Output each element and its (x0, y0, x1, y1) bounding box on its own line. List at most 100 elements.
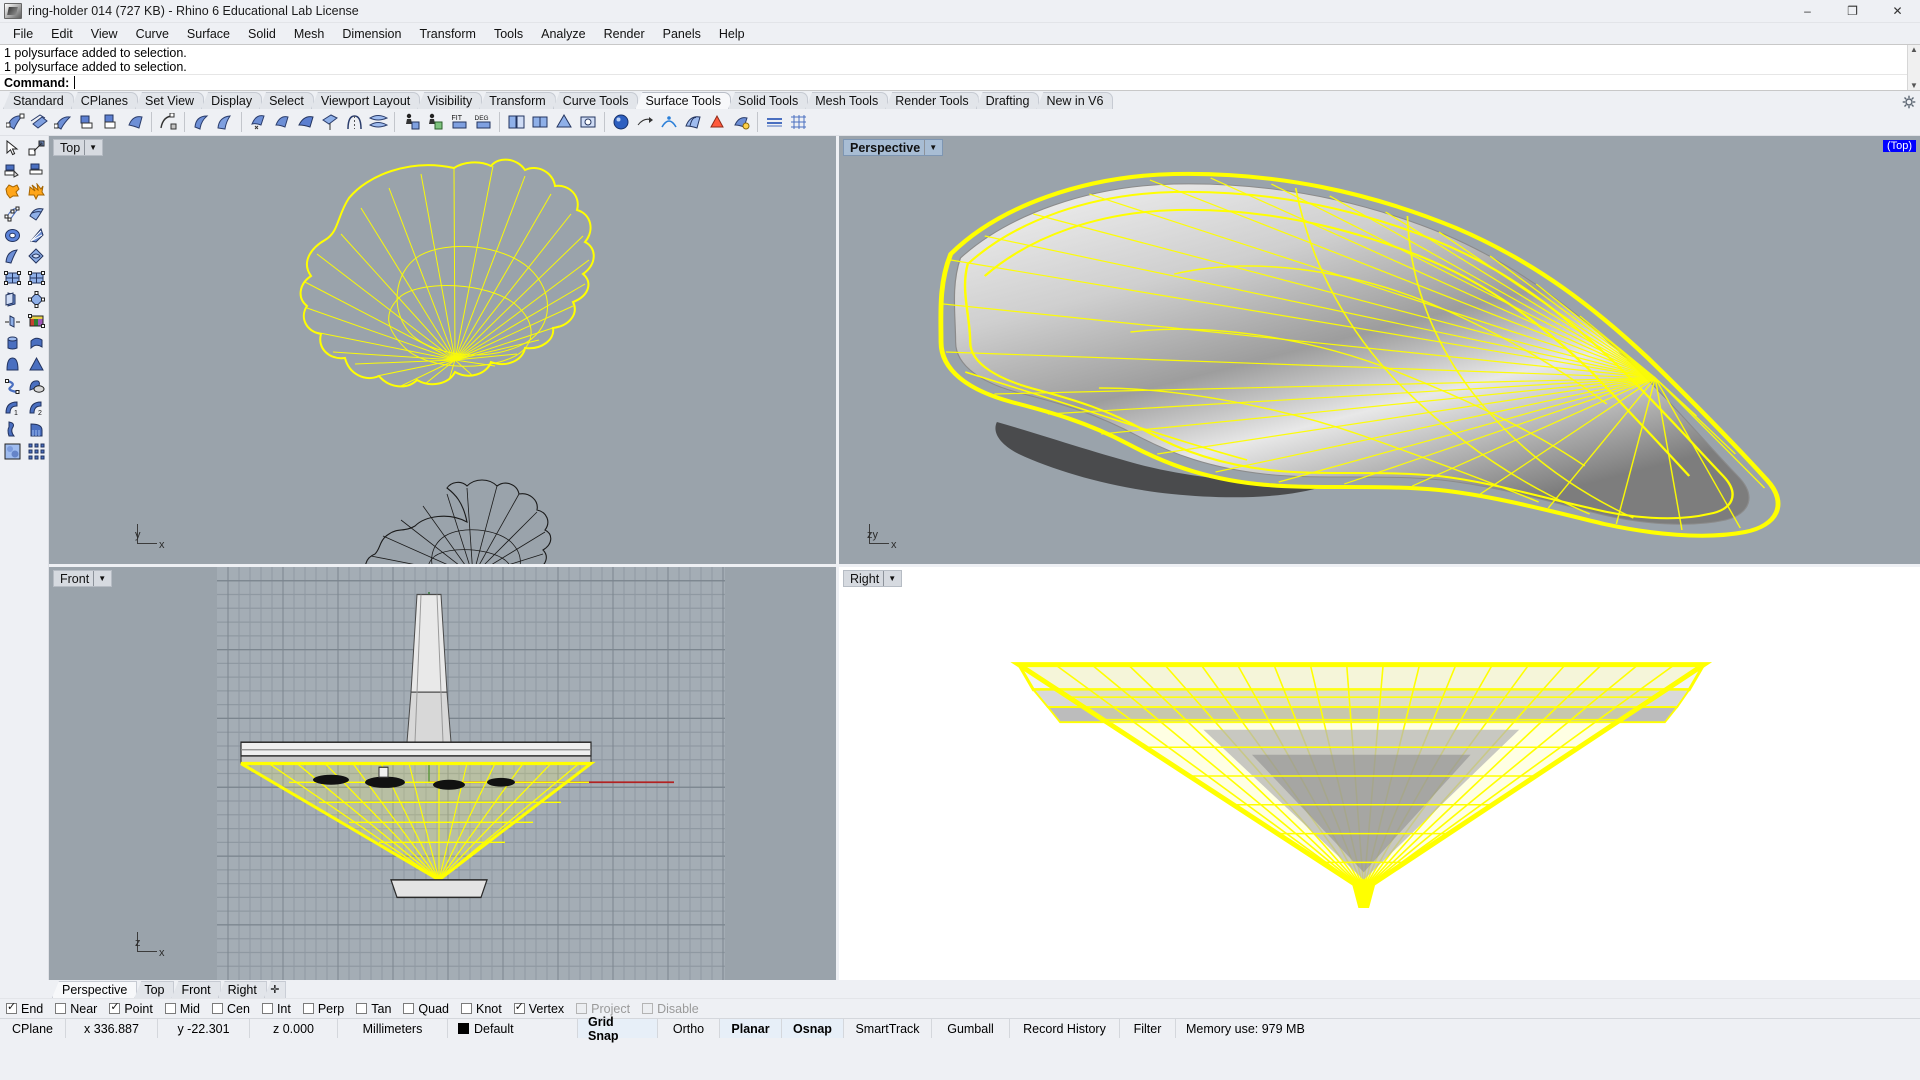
surface-rail-revolve-icon[interactable] (99, 111, 123, 134)
tab-transform[interactable]: Transform (479, 92, 556, 109)
fit-surface-icon[interactable]: FIT (447, 111, 471, 134)
status-toggle-planar[interactable]: Planar (720, 1019, 782, 1038)
menu-item-surface[interactable]: Surface (178, 24, 239, 44)
checkbox[interactable] (576, 1003, 588, 1014)
surface-isocurve-icon[interactable] (681, 111, 705, 134)
tab-drafting[interactable]: Drafting (975, 92, 1040, 109)
viewport-tab-right[interactable]: Right (217, 981, 267, 998)
menu-item-curve[interactable]: Curve (127, 24, 178, 44)
surface-extrude-straight-icon[interactable] (246, 111, 270, 134)
viewport-tab-top[interactable]: Top (134, 981, 175, 998)
osnap-point[interactable]: Point (109, 1000, 153, 1016)
viewport-title-perspective[interactable]: Perspective ▼ (843, 139, 944, 156)
array-grid-icon[interactable] (24, 440, 48, 462)
tab-cplanes[interactable]: CPlanes (70, 92, 138, 109)
checkbox[interactable] (513, 1000, 525, 1014)
scroll-down-icon[interactable]: ▼ (1910, 81, 1918, 90)
sweep-fan-icon[interactable] (24, 224, 48, 246)
menu-item-mesh[interactable]: Mesh (285, 24, 334, 44)
status-toggle-filter[interactable]: Filter (1120, 1019, 1176, 1038)
menu-item-file[interactable]: File (4, 24, 42, 44)
minimize-button[interactable]: – (1785, 0, 1830, 23)
chevron-down-icon[interactable]: ▼ (883, 571, 899, 586)
pipe-icon[interactable] (24, 332, 48, 354)
tab-set-view[interactable]: Set View (134, 92, 205, 109)
surface-flow-icon[interactable] (762, 111, 786, 134)
viewport-title-right[interactable]: Right ▼ (843, 570, 903, 587)
select-by-rectangle-icon[interactable] (24, 138, 48, 160)
checkbox[interactable] (164, 1003, 176, 1014)
curved-surface-icon[interactable] (0, 246, 24, 268)
checkbox[interactable] (642, 1003, 654, 1014)
status-toggle-smarttrack[interactable]: SmartTrack (844, 1019, 932, 1038)
checkbox[interactable] (302, 1003, 314, 1014)
surface-extrude-ribbon-icon[interactable] (294, 111, 318, 134)
osnap-perp[interactable]: Perp (302, 1002, 344, 1016)
surface-blend-icon[interactable] (342, 111, 366, 134)
deg-surface-icon[interactable]: DEG (471, 111, 495, 134)
chevron-down-icon[interactable]: ▼ (93, 571, 109, 586)
surface-sweep1-icon[interactable] (123, 111, 147, 134)
checkbox[interactable] (212, 1003, 223, 1014)
viewport-title-top[interactable]: Top ▼ (53, 139, 104, 156)
viewport-perspective-canvas[interactable] (839, 136, 1920, 564)
cylinder-icon[interactable] (0, 332, 24, 354)
checkbox[interactable] (6, 1000, 17, 1014)
surface-grid-icon[interactable] (786, 111, 810, 134)
extrude-planar-icon[interactable] (0, 289, 24, 311)
surface-revolve-icon[interactable] (75, 111, 99, 134)
scroll-up-icon[interactable]: ▲ (1910, 45, 1918, 54)
dome-icon[interactable] (0, 354, 24, 376)
tab-render-tools[interactable]: Render Tools (885, 92, 979, 109)
menu-item-help[interactable]: Help (710, 24, 754, 44)
status-layer[interactable]: Default (448, 1019, 578, 1038)
surface-grid-icon[interactable] (0, 268, 24, 290)
viewport-top-canvas[interactable] (49, 136, 836, 564)
surface-split-icon[interactable] (552, 111, 576, 134)
ellipsoid-icon[interactable] (24, 376, 48, 398)
osnap-mid[interactable]: Mid (164, 1002, 200, 1016)
surface-from-curves-icon[interactable] (3, 111, 27, 134)
menu-item-tools[interactable]: Tools (485, 24, 532, 44)
surface-edit-icon[interactable] (729, 111, 753, 134)
render-color-icon[interactable] (24, 311, 48, 333)
menu-item-render[interactable]: Render (595, 24, 654, 44)
tab-viewport-layout[interactable]: Viewport Layout (310, 92, 421, 109)
surface-direction-icon[interactable] (633, 111, 657, 134)
cone-icon[interactable] (24, 354, 48, 376)
boolean-union-icon[interactable] (0, 181, 24, 203)
patch-surface-icon[interactable] (24, 246, 48, 268)
command-line[interactable]: Command: (0, 74, 1920, 90)
boolean-split-icon[interactable] (24, 181, 48, 203)
surface-network-icon[interactable] (156, 111, 180, 134)
menu-item-analyze[interactable]: Analyze (532, 24, 594, 44)
surface-draft-icon[interactable] (705, 111, 729, 134)
surface-offset-icon[interactable] (318, 111, 342, 134)
surface-from-points-icon[interactable] (27, 111, 51, 134)
viewport-tab-front[interactable]: Front (171, 981, 221, 998)
extrude-curve-icon[interactable] (24, 160, 48, 182)
checkbox[interactable] (356, 1003, 368, 1014)
rebuild-surface-icon[interactable] (24, 203, 48, 225)
status-toggle-osnap[interactable]: Osnap (782, 1019, 844, 1038)
osnap-vertex[interactable]: Vertex (513, 1000, 564, 1016)
tab-display[interactable]: Display (201, 92, 263, 109)
status-toggle-ortho[interactable]: Ortho (658, 1019, 720, 1038)
blur-texture-icon[interactable] (0, 440, 24, 462)
osnap-disable[interactable]: Disable (642, 1002, 699, 1016)
tab-solid-tools[interactable]: Solid Tools (727, 92, 809, 109)
surface-grid-points-icon[interactable] (24, 268, 48, 290)
surface-patch-icon[interactable] (189, 111, 213, 134)
fillet-1-icon[interactable]: 1 (0, 397, 24, 419)
menu-item-solid[interactable]: Solid (239, 24, 285, 44)
menu-item-view[interactable]: View (82, 24, 127, 44)
tab-new-in-v6[interactable]: New in V6 (1036, 92, 1114, 109)
status-cplane[interactable]: CPlane (0, 1019, 66, 1038)
tab-curve-tools[interactable]: Curve Tools (552, 92, 639, 109)
curve-blend-icon[interactable] (0, 376, 24, 398)
viewport-right[interactable]: Right ▼ (839, 567, 1920, 980)
tab-surface-tools[interactable]: Surface Tools (635, 92, 731, 109)
surface-unroll-icon[interactable] (399, 111, 423, 134)
torus-icon[interactable] (0, 224, 24, 246)
layer-color-swatch[interactable] (458, 1023, 469, 1034)
